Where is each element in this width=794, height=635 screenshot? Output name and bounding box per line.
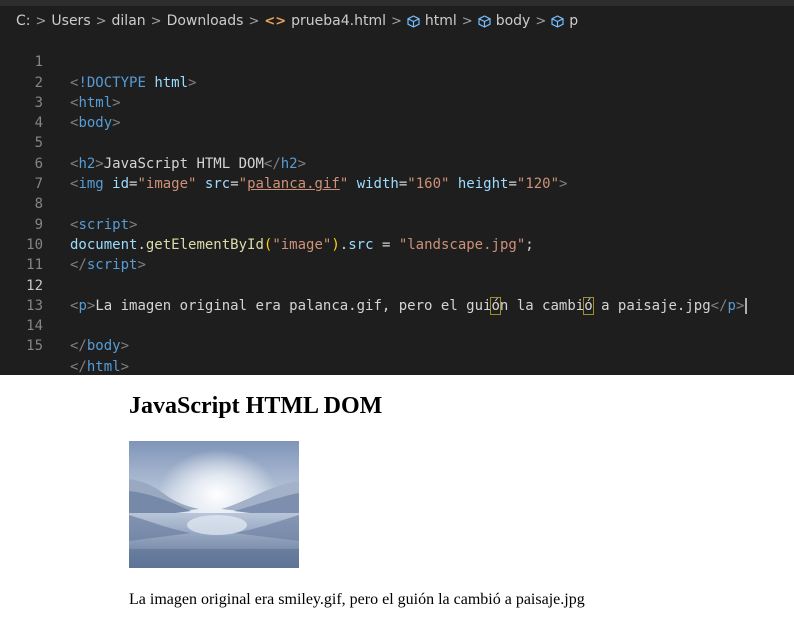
chevron-right-icon: >: [391, 13, 402, 29]
code-line[interactable]: 5 <h2>JavaScript HTML DOM</h2>: [0, 113, 794, 171]
breadcrumb-folder-downloads[interactable]: Downloads: [167, 13, 244, 29]
code-editor[interactable]: C: > Users > dilan > Downloads > <> prue…: [0, 0, 794, 375]
editor-tab-strip: [0, 0, 794, 6]
html-file-icon: <>: [264, 13, 287, 29]
chevron-right-icon: >: [150, 13, 162, 29]
symbol-cube-icon: [551, 14, 564, 28]
code-lines[interactable]: 1 <!DOCTYPE html> 2 <html> 3 <body> 4 5 …: [0, 32, 794, 375]
chevron-right-icon: >: [461, 13, 473, 29]
breadcrumb-drive[interactable]: C:: [16, 13, 31, 29]
code-line-active[interactable]: 12 <p>La imagen original era palanca.gif…: [0, 255, 794, 315]
tag-name: body: [86, 338, 121, 355]
code-line[interactable]: 3 <body>: [0, 73, 794, 131]
code-line[interactable]: 9 document.getElementById("image").src =…: [0, 194, 794, 253]
breadcrumb-symbol-p[interactable]: p: [569, 13, 578, 29]
breadcrumb: C: > Users > dilan > Downloads > <> prue…: [16, 11, 578, 31]
breadcrumb-file[interactable]: prueba4.html: [291, 13, 386, 29]
chevron-right-icon: >: [35, 13, 47, 29]
code-line[interactable]: 15 </html>: [0, 316, 794, 374]
code-line[interactable]: 1 <!DOCTYPE html>: [0, 32, 794, 90]
symbol-cube-icon: [478, 14, 491, 28]
code-line[interactable]: 11: [0, 235, 794, 273]
breadcrumb-symbol-html[interactable]: html: [425, 13, 457, 29]
page-paragraph: La imagen original era smiley.gif, pero …: [129, 591, 585, 608]
code-line[interactable]: 4: [0, 93, 794, 131]
chevron-right-icon: >: [248, 13, 260, 29]
page-heading: JavaScript HTML DOM: [129, 393, 383, 419]
code-line[interactable]: 10 </script>: [0, 215, 794, 273]
code-line[interactable]: 14 </body>: [0, 296, 794, 354]
breadcrumb-folder-users[interactable]: Users: [51, 13, 90, 29]
line-number: 15: [26, 338, 43, 355]
symbol-cube-icon: [407, 14, 420, 28]
code-line[interactable]: 6 <img id="image" src="palanca.gif" widt…: [0, 133, 794, 192]
code-line[interactable]: 2 <html>: [0, 52, 794, 111]
code-line[interactable]: 7: [0, 154, 794, 192]
chevron-right-icon: >: [535, 13, 547, 29]
chevron-right-icon: >: [95, 13, 107, 29]
landscape-image: [129, 441, 299, 568]
breadcrumb-folder-dilan[interactable]: dilan: [112, 13, 146, 29]
tag-name: html: [86, 358, 121, 375]
breadcrumb-symbol-body[interactable]: body: [496, 13, 531, 29]
code-line[interactable]: 13: [0, 276, 794, 314]
code-line[interactable]: 8 <script>: [0, 174, 794, 232]
